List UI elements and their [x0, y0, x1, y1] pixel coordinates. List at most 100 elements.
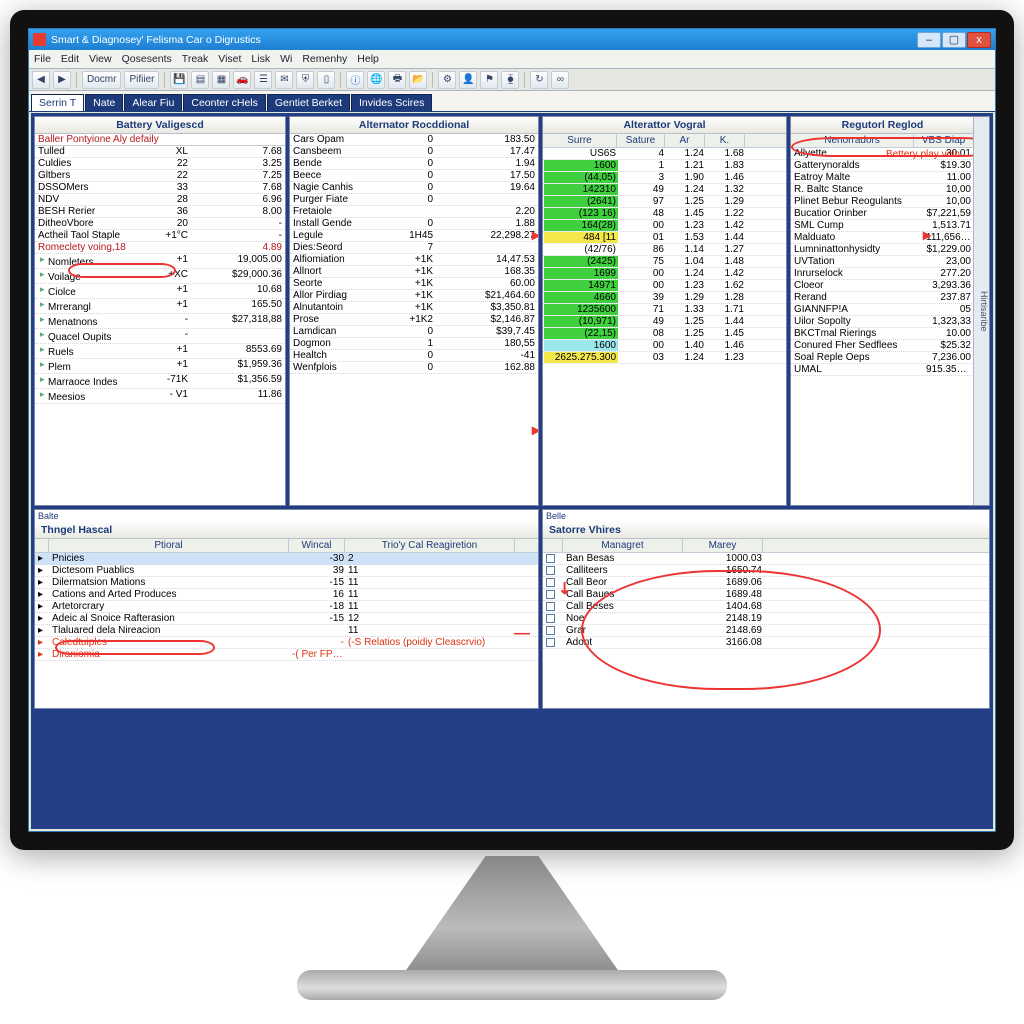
menu-qosesents[interactable]: Qosesents [122, 53, 172, 65]
table-row[interactable]: Cloeor3,293.36 [791, 280, 974, 292]
table-row[interactable]: Inrurselock277.20 [791, 268, 974, 280]
table-row[interactable]: (123 16)481.451.22 [543, 208, 786, 220]
column-headers[interactable]: PtioralWincalTrio'y Cal Reagiretion [35, 539, 538, 553]
menu-file[interactable]: File [34, 53, 51, 65]
table-row[interactable]: Nagie Canhis019.64 [290, 182, 538, 194]
table-row[interactable]: ▸Ciolce+110.68 [35, 284, 285, 299]
side-tab[interactable]: Hirtisaribe [973, 117, 989, 505]
menu-view[interactable]: View [89, 53, 112, 65]
table-row[interactable]: (10,971)491.251.44 [543, 316, 786, 328]
shield-icon[interactable]: ⛨ [296, 71, 314, 89]
table-row[interactable]: UVTation23,00 [791, 256, 974, 268]
tabbar[interactable]: Serrin TNateAlear FiuCeonter cHelsGentie… [29, 91, 995, 112]
tab-1[interactable]: Nate [85, 94, 123, 111]
menu-viset[interactable]: Viset [218, 53, 241, 65]
table-row[interactable]: 484 [11011.531.44 [543, 232, 786, 244]
table-row[interactable]: ▸Diraniomia-( Per FPon Voltager) [35, 649, 538, 661]
panel-rows[interactable]: Ban Besas1000.03Calliteers1650.74Call Be… [543, 553, 989, 708]
grid-icon[interactable]: ▦ [212, 71, 230, 89]
table-row[interactable]: (2425)751.041.48 [543, 256, 786, 268]
list-icon[interactable]: ☰ [254, 71, 272, 89]
globe-icon[interactable]: 🌐 [367, 71, 385, 89]
table-row[interactable]: ▸Meesios- V111.86 [35, 389, 285, 404]
list-item[interactable]: Grar2148.69 [543, 625, 989, 637]
doc-icon[interactable]: ▯ [317, 71, 335, 89]
table-row[interactable]: (22,15)081.251.45 [543, 328, 786, 340]
print-icon[interactable]: 🖶 [388, 71, 406, 89]
nav-fwd-icon[interactable]: ▶ [53, 71, 71, 89]
table-row[interactable]: GIANNFP!A05 [791, 304, 974, 316]
panel-rows[interactable]: Cars Opam0183.50Cansbeem017.47Bende01.94… [290, 134, 538, 505]
stop-icon[interactable]: ⧳ [501, 71, 519, 89]
table-row[interactable]: TulledXL7.68 [35, 146, 285, 158]
table-row[interactable]: Lamdican0$39,7.45 [290, 326, 538, 338]
menu-treak[interactable]: Treak [182, 53, 208, 65]
table-row[interactable]: Conured Fher Sedflees$25.32 [791, 340, 974, 352]
tab-3[interactable]: Ceonter cHels [183, 94, 266, 111]
menu-lisk[interactable]: Lisk [251, 53, 270, 65]
car-icon[interactable]: 🚗 [233, 71, 251, 89]
table-row[interactable]: ▸Ruels+18553.69 [35, 344, 285, 359]
table-row[interactable]: 1699001.241.42 [543, 268, 786, 280]
checkbox[interactable] [546, 626, 555, 635]
checkbox[interactable] [546, 590, 555, 599]
table-row[interactable]: 160011.211.83 [543, 160, 786, 172]
table-row[interactable]: ▸Dictesom Puablics3911 [35, 565, 538, 577]
list-item[interactable]: Calliteers1650.74 [543, 565, 989, 577]
table-row[interactable]: Legule1H4522,298.27 [290, 230, 538, 242]
table-row[interactable]: Fretaiole2.20 [290, 206, 538, 218]
mail-icon[interactable]: ✉ [275, 71, 293, 89]
list-item[interactable]: Call Baues1689.48 [543, 589, 989, 601]
table-row[interactable]: Dogmon1180,55 [290, 338, 538, 350]
link-icon[interactable]: ∞ [551, 71, 569, 89]
table-row[interactable]: ▸Menatnons-$27,318,88 [35, 314, 285, 329]
gear-icon[interactable]: ⚙ [438, 71, 456, 89]
menubar[interactable]: FileEditViewQosesentsTreakVisetLiskWiRem… [29, 50, 995, 69]
user-icon[interactable]: 👤 [459, 71, 477, 89]
table-row[interactable]: ▸Nomleters+119,005.00 [35, 254, 285, 269]
menu-edit[interactable]: Edit [61, 53, 79, 65]
nav-back-icon[interactable]: ◀ [32, 71, 50, 89]
table-row[interactable]: 4660391.291.28 [543, 292, 786, 304]
table-row[interactable]: 1235600711.331.71 [543, 304, 786, 316]
table-row[interactable]: UMAL915.352.62 [791, 364, 974, 376]
info-icon[interactable]: ⓘ [346, 71, 364, 89]
table-row[interactable]: US6S41.241.68 [543, 148, 786, 160]
checkbox[interactable] [546, 578, 555, 587]
table-row[interactable]: Cansbeem017.47 [290, 146, 538, 158]
toolbar-pifier-button[interactable]: Pifiier [124, 71, 159, 89]
checkbox[interactable] [546, 614, 555, 623]
column-headers[interactable]: ManagretMarey [543, 539, 989, 553]
panel-rows[interactable]: TulledXL7.68Culdies223.25Gltbers227.25DS… [35, 146, 285, 505]
table-row[interactable]: Lumninattonhysidty$1,229.00 [791, 244, 974, 256]
table-row[interactable]: ▸Voilage+XC$29,000.36 [35, 269, 285, 284]
menu-help[interactable]: Help [357, 53, 379, 65]
table-row[interactable]: Alnutantoin+1K$3,350.81 [290, 302, 538, 314]
toolbar[interactable]: ◀ ▶ Docmr Pifiier 💾 ▤ ▦ 🚗 ☰ ✉ ⛨ ▯ ⓘ 🌐 🖶 … [29, 69, 995, 91]
menu-wi[interactable]: Wi [280, 53, 292, 65]
panel-rows[interactable]: US6S41.241.68160011.211.83(44,05)31.901.… [543, 148, 786, 505]
table-row[interactable]: (2641)971.251.29 [543, 196, 786, 208]
table-row[interactable]: Gatterynoralds$19.30 [791, 160, 974, 172]
table-row[interactable]: Rerand237.87 [791, 292, 974, 304]
table-row[interactable]: Wenfplois0162.88 [290, 362, 538, 374]
list-item[interactable]: Call Beses1404.68 [543, 601, 989, 613]
list-item[interactable]: Adont3166.08 [543, 637, 989, 649]
minimize-button[interactable]: – [917, 32, 941, 48]
table-row[interactable]: 142310491.241.32 [543, 184, 786, 196]
table-row[interactable]: Allnort+1K168.35 [290, 266, 538, 278]
checkbox[interactable] [546, 638, 555, 647]
tab-0[interactable]: Serrin T [31, 94, 84, 111]
table-row[interactable]: Install Gende01.88 [290, 218, 538, 230]
table-row[interactable]: ▸Adeic al Snoice Rafterasion-1512 [35, 613, 538, 625]
table-row[interactable]: Malduato111,656.01 [791, 232, 974, 244]
column-headers[interactable]: SurreSatureArK. [543, 134, 786, 148]
table-row[interactable]: Dies:Seord7 [290, 242, 538, 254]
checkbox[interactable] [546, 566, 555, 575]
table-row[interactable]: Gltbers227.25 [35, 170, 285, 182]
table-row[interactable]: Cars Opam0183.50 [290, 134, 538, 146]
table-row[interactable]: BESH Rerier368.00 [35, 206, 285, 218]
table-row[interactable]: SML Cump1,513.71 [791, 220, 974, 232]
table-row[interactable]: ▸Cations and Arted Produces1611 [35, 589, 538, 601]
table-row[interactable]: Bucatior Orinber$7,221,59 [791, 208, 974, 220]
